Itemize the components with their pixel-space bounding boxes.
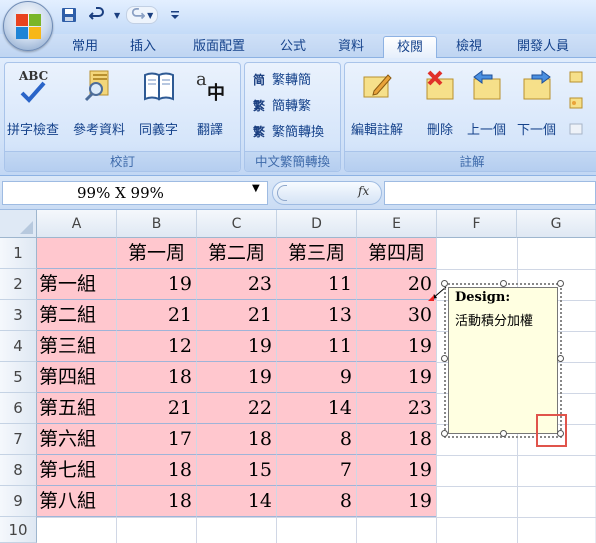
resize-handle-top-right[interactable] (557, 280, 564, 287)
next-comment-label: 下一個 (517, 123, 557, 138)
translate-button[interactable]: a 中 翻譯 (193, 69, 227, 138)
next-comment-icon (520, 69, 554, 103)
resize-handle-left[interactable] (441, 355, 448, 362)
customize-qat-icon[interactable] (164, 5, 186, 25)
tab-review[interactable]: 校閱 (383, 36, 437, 59)
resize-handle-right[interactable] (557, 355, 564, 362)
research-label: 參考資料 (73, 123, 126, 138)
title-bar: ▼ ▼ (0, 0, 596, 34)
tab-formulas[interactable]: 公式 (270, 36, 316, 58)
resize-handle-top-left[interactable] (441, 280, 448, 287)
name-box[interactable]: 99% X 99% (2, 181, 268, 205)
formula-bar: 99% X 99% ▼ fx (0, 176, 596, 210)
edit-comment-icon (360, 69, 394, 103)
next-comment-button[interactable]: 下一個 (517, 69, 556, 138)
convert-label: 繁簡轉換 (272, 125, 325, 140)
thesaurus-button[interactable]: 同義字 (139, 69, 178, 138)
comment-author: Design: (455, 290, 511, 305)
to-simplified-label: 繁轉簡 (272, 73, 312, 88)
group-comments: 編輯註解 刪除 上一個 下一個 註解 (344, 62, 596, 172)
office-logo-icon (16, 14, 42, 40)
name-box-dropdown-icon[interactable]: ▼ (252, 183, 260, 194)
save-icon[interactable] (58, 5, 80, 25)
insert-function-icon[interactable]: fx (358, 184, 369, 198)
thesaurus-icon (142, 69, 176, 103)
convert-button[interactable]: 繁 繁簡轉換 (253, 121, 325, 141)
delete-comment-button[interactable]: 刪除 (423, 69, 457, 138)
previous-comment-icon (470, 69, 504, 103)
delete-comment-label: 刪除 (426, 123, 453, 138)
office-button[interactable] (3, 1, 53, 51)
tab-page-layout[interactable]: 版面配置 (180, 36, 258, 58)
to-traditional-button[interactable]: 繁 簡轉繁 (253, 95, 312, 115)
group-label-comments: 註解 (345, 151, 596, 171)
previous-comment-button[interactable]: 上一個 (467, 69, 506, 138)
ribbon: ABC 拼字檢查 參考資料 同義字 a 中 翻譯 校訂 简 繁轉簡 繁 簡轉繁 … (0, 58, 596, 176)
show-all-comments-icon[interactable] (569, 97, 583, 112)
highlight-box (536, 414, 567, 447)
undo-icon[interactable] (86, 5, 108, 25)
group-label-proofing: 校訂 (5, 151, 240, 171)
group-proofing: ABC 拼字檢查 參考資料 同義字 a 中 翻譯 校訂 (4, 62, 241, 172)
translate-label: 翻譯 (196, 123, 223, 138)
spelling-label: 拼字檢查 (7, 123, 60, 138)
redo-dropdown-icon: ▼ (147, 10, 154, 20)
research-icon (82, 69, 116, 103)
formula-input[interactable] (384, 181, 596, 205)
edit-comment-label: 編輯註解 (351, 123, 404, 138)
quick-access-toolbar: ▼ ▼ (58, 4, 186, 26)
undo-dropdown-icon[interactable]: ▼ (114, 11, 120, 20)
delete-comment-icon (423, 69, 457, 103)
to-traditional-label: 簡轉繁 (272, 99, 312, 114)
show-hide-comment-icon[interactable] (569, 71, 583, 86)
redo-button[interactable]: ▼ (126, 6, 159, 24)
group-chinese-conversion: 简 繁轉簡 繁 簡轉繁 繁 繁簡轉換 中文繁簡轉換 (244, 62, 341, 172)
spelling-icon: ABC (16, 69, 50, 103)
to-traditional-icon: 繁 (253, 98, 266, 113)
comment-text[interactable]: 活動積分加權 (455, 310, 533, 329)
tab-developer[interactable]: 開發人員 (504, 36, 582, 58)
resize-handle-icon[interactable] (277, 185, 287, 201)
previous-comment-label: 上一個 (467, 123, 507, 138)
show-ink-icon[interactable] (569, 123, 583, 138)
spelling-button[interactable]: ABC 拼字檢查 (7, 69, 59, 138)
group-label-chinese-conversion: 中文繁簡轉換 (245, 151, 340, 171)
ribbon-tabs: 常用 插入 版面配置 公式 資料 校閱 檢視 開發人員 (0, 34, 596, 59)
to-simplified-button[interactable]: 简 繁轉簡 (253, 69, 312, 89)
tab-view[interactable]: 檢視 (446, 36, 492, 58)
research-button[interactable]: 參考資料 (73, 69, 125, 138)
resize-handle-bottom-left[interactable] (441, 430, 448, 437)
to-simplified-icon: 简 (253, 72, 266, 87)
translate-icon: a 中 (196, 69, 225, 104)
thesaurus-label: 同義字 (139, 123, 179, 138)
resize-handle-top[interactable] (500, 280, 507, 287)
tab-home[interactable]: 常用 (62, 36, 108, 58)
convert-icon: 繁 (253, 124, 266, 139)
tab-data[interactable]: 資料 (328, 36, 374, 58)
tab-insert[interactable]: 插入 (120, 36, 166, 58)
redo-icon (132, 8, 146, 20)
resize-handle-bottom[interactable] (500, 430, 507, 437)
edit-comment-button[interactable]: 編輯註解 (351, 69, 403, 138)
